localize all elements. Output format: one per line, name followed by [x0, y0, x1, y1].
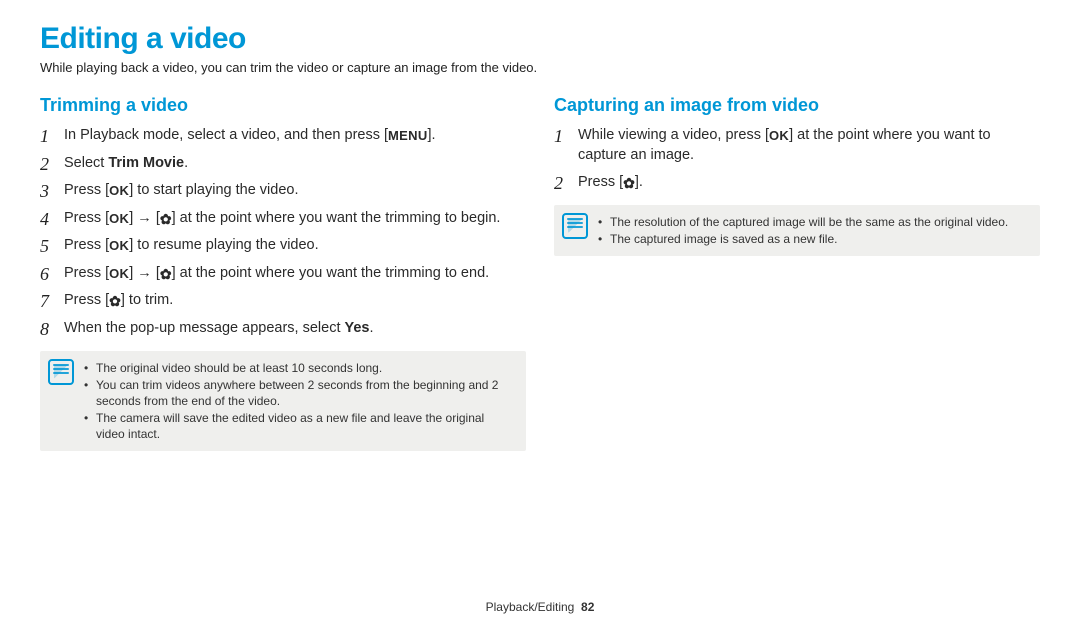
step-text: ] to resume playing the video.: [129, 237, 318, 253]
step-text: Press [: [64, 182, 109, 198]
ok-button-glyph: OK: [109, 212, 129, 225]
step-text: In Playback mode, select a video, and th…: [64, 127, 388, 143]
capture-steps: While viewing a video, press [OK] at the…: [554, 126, 1040, 193]
step-1: In Playback mode, select a video, and th…: [40, 126, 526, 146]
ok-button-glyph: OK: [109, 239, 129, 252]
footer-section: Playback/Editing: [486, 600, 575, 614]
note-item: The original video should be at least 10…: [84, 360, 516, 376]
footer-page-number: 82: [581, 600, 594, 614]
manual-page: Editing a video While playing back a vid…: [0, 0, 1080, 630]
step-text: When the pop-up message appears, select: [64, 320, 345, 336]
macro-flower-icon: ✿: [623, 176, 635, 190]
macro-flower-icon: ✿: [160, 212, 172, 226]
step-6: Press [OK] → [✿] at the point where you …: [40, 264, 526, 284]
note-icon: [48, 359, 74, 385]
note-icon: [562, 213, 588, 239]
ok-button-glyph: OK: [769, 129, 789, 142]
ok-button-glyph: OK: [109, 184, 129, 197]
left-column: Trimming a video In Playback mode, selec…: [40, 95, 526, 451]
step-text: .: [370, 320, 374, 336]
note-item: You can trim videos anywhere between 2 s…: [84, 377, 516, 409]
step-2: Press [✿].: [554, 173, 1040, 193]
step-bold: Yes: [345, 320, 370, 336]
step-text: ] at the point where you want the trimmi…: [172, 265, 490, 281]
step-text: Press [: [578, 174, 623, 190]
right-column: Capturing an image from video While view…: [554, 95, 1040, 451]
macro-flower-icon: ✿: [160, 267, 172, 281]
note-box-capture: The resolution of the captured image wil…: [554, 205, 1040, 256]
step-4: Press [OK] → [✿] at the point where you …: [40, 209, 526, 229]
note-list: The original video should be at least 10…: [84, 359, 516, 444]
step-text: .: [184, 155, 188, 171]
step-2: Select Trim Movie.: [40, 154, 526, 174]
step-text: ].: [428, 127, 436, 143]
step-text: ] to start playing the video.: [129, 182, 298, 198]
step-1: While viewing a video, press [OK] at the…: [554, 126, 1040, 165]
page-footer: Playback/Editing 82: [0, 600, 1080, 614]
menu-button-glyph: MENU: [388, 129, 427, 142]
page-subtitle: While playing back a video, you can trim…: [40, 60, 1040, 75]
step-text: While viewing a video, press [: [578, 127, 769, 143]
step-text: Select: [64, 155, 108, 171]
step-text: ] at the point where you want the trimmi…: [172, 210, 501, 226]
page-title: Editing a video: [40, 22, 1040, 56]
step-text: ].: [635, 174, 643, 190]
section-heading-trimming: Trimming a video: [40, 95, 526, 116]
step-text: Press [: [64, 265, 109, 281]
arrow-icon: →: [137, 265, 152, 281]
section-heading-capture: Capturing an image from video: [554, 95, 1040, 116]
macro-flower-icon: ✿: [109, 294, 121, 308]
arrow-icon: →: [137, 210, 152, 226]
ok-button-glyph: OK: [109, 267, 129, 280]
step-text: Press [: [64, 292, 109, 308]
step-8: When the pop-up message appears, select …: [40, 319, 526, 339]
step-text: [: [152, 265, 160, 281]
trimming-steps: In Playback mode, select a video, and th…: [40, 126, 526, 339]
step-bold: Trim Movie: [108, 155, 184, 171]
step-5: Press [OK] to resume playing the video.: [40, 236, 526, 256]
content-columns: Trimming a video In Playback mode, selec…: [40, 95, 1040, 451]
step-text: ] to trim.: [121, 292, 173, 308]
step-7: Press [✿] to trim.: [40, 291, 526, 311]
note-box-trimming: The original video should be at least 10…: [40, 351, 526, 452]
note-list: The resolution of the captured image wil…: [598, 213, 1008, 248]
note-item: The resolution of the captured image wil…: [598, 214, 1008, 230]
step-3: Press [OK] to start playing the video.: [40, 181, 526, 201]
step-text: [: [152, 210, 160, 226]
step-text: Press [: [64, 237, 109, 253]
note-item: The camera will save the edited video as…: [84, 410, 516, 442]
note-item: The captured image is saved as a new fil…: [598, 231, 1008, 247]
step-text: Press [: [64, 210, 109, 226]
